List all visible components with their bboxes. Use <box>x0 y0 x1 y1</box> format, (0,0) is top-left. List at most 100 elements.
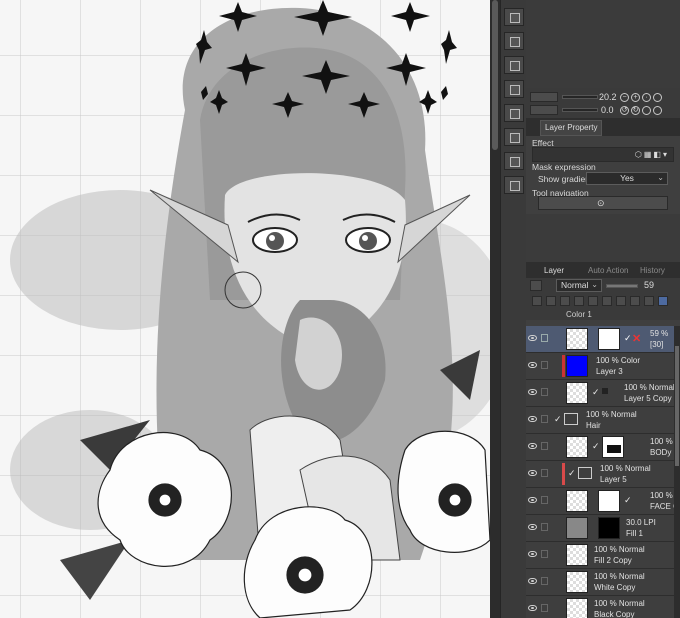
color-label <box>562 463 565 485</box>
eye-icon[interactable] <box>528 524 537 530</box>
layer-row[interactable]: 100 % Normal White Copy <box>526 569 674 596</box>
eye-icon[interactable] <box>528 416 537 422</box>
layer-list: ✓ ✕ 59 % [30] 100 % Color Layer 3 ✓ 100 … <box>526 320 680 618</box>
lock-icon[interactable] <box>541 523 548 531</box>
gear-icon[interactable] <box>653 106 662 115</box>
fill-icon[interactable] <box>504 152 524 170</box>
lock-icon[interactable] <box>541 361 548 369</box>
layer-row[interactable]: ✓ 100 % BODy <box>526 434 674 461</box>
close-icon[interactable]: ✕ <box>632 332 641 345</box>
opacity-value[interactable]: 0.0 <box>601 105 614 115</box>
tab-auto-action[interactable]: Auto Action <box>584 264 632 278</box>
layer-name: Fill 1 <box>626 529 643 538</box>
eye-icon[interactable] <box>528 362 537 368</box>
clear-icon[interactable] <box>504 80 524 98</box>
check-icon: ✓ <box>592 441 600 451</box>
new-raster-layer-icon[interactable] <box>532 296 542 306</box>
mask-thumbnail <box>598 517 620 539</box>
mask-icon <box>602 388 608 394</box>
lock-icon[interactable] <box>541 577 548 585</box>
transform-icon[interactable] <box>504 104 524 122</box>
lock-icon[interactable] <box>541 496 548 504</box>
eye-icon[interactable] <box>528 335 537 341</box>
layer-row[interactable]: ✓ 100 % Normal Layer 5 Copy <box>526 380 675 407</box>
new-vector-layer-icon[interactable] <box>546 296 556 306</box>
select-icon[interactable] <box>504 128 524 146</box>
layer-opacity-slider[interactable] <box>606 284 638 288</box>
lock-icon[interactable] <box>541 604 548 612</box>
chevron-down-icon: ⌄ <box>591 280 598 289</box>
lock-icon[interactable] <box>644 296 654 306</box>
blend-mode-dropdown[interactable]: Normal ⌄ <box>556 279 602 292</box>
layer-thumbnail <box>566 598 588 618</box>
eye-icon[interactable] <box>528 578 537 584</box>
paste-icon[interactable] <box>504 56 524 74</box>
layer-row[interactable]: ✓ 100 % Normal Hair <box>526 407 674 434</box>
color-icon[interactable] <box>658 296 668 306</box>
eye-icon[interactable] <box>528 443 537 449</box>
tab-layer-property[interactable]: Layer Property <box>540 120 603 136</box>
tab-history[interactable]: History <box>636 264 669 278</box>
folder-icon[interactable] <box>560 296 570 306</box>
eye-icon[interactable] <box>528 470 537 476</box>
edit-icon[interactable] <box>541 334 548 342</box>
layer-name: Layer 3 <box>596 367 623 376</box>
new-layer-icon[interactable] <box>504 8 524 26</box>
layer-name: BODy <box>650 448 672 457</box>
lock-opacity-icon[interactable] <box>642 106 651 115</box>
camera-icon[interactable] <box>504 176 524 194</box>
eye-icon[interactable] <box>528 497 537 503</box>
increase-size-icon[interactable]: + <box>631 93 640 102</box>
layer-row[interactable]: 100 % Normal Black Copy <box>526 596 674 618</box>
check-icon: ✓ <box>592 387 600 397</box>
copy-layer-icon[interactable] <box>630 296 640 306</box>
vector-icon <box>578 467 592 479</box>
layer-type-icon[interactable] <box>530 280 542 291</box>
show-gradients-value: Yes <box>620 173 634 183</box>
layer-mode: 100 % Normal <box>594 599 645 608</box>
show-gradients-dropdown[interactable]: Yes ⌄ <box>586 172 668 185</box>
lock-icon[interactable] <box>541 469 548 477</box>
redo-icon[interactable]: ↻ <box>631 106 640 115</box>
lock-icon[interactable] <box>541 388 548 396</box>
lock-icon[interactable] <box>541 550 548 558</box>
tool-navigation-button[interactable]: ⊙ <box>538 196 668 210</box>
reset-size-icon[interactable]: · <box>642 93 651 102</box>
copy-icon[interactable] <box>504 32 524 50</box>
record-icon[interactable] <box>653 93 662 102</box>
layer-thumbnail <box>566 436 588 458</box>
layer-row[interactable]: 30.0 LPI Fill 1 <box>526 515 674 542</box>
reference-icon[interactable] <box>602 296 612 306</box>
eye-icon[interactable] <box>528 605 537 611</box>
brush-size-value[interactable]: 20.2 <box>599 92 617 102</box>
layer-row[interactable]: ✓ ✕ 59 % [30] <box>526 326 674 353</box>
clip-icon[interactable] <box>588 296 598 306</box>
layer-row[interactable]: 100 % Normal Fill 2 Copy <box>526 542 674 569</box>
layer-opacity-value[interactable]: 59 <box>644 280 654 290</box>
layer-row[interactable]: ✓ 100 % FACE C <box>526 488 679 515</box>
layer-scrollbar[interactable] <box>674 326 680 618</box>
layer-row[interactable]: ✓ 100 % Normal Layer 5 <box>526 461 674 488</box>
layer-tabs: Layer Auto Action History <box>526 262 680 278</box>
merge-icon[interactable] <box>616 296 626 306</box>
canvas-scrollbar[interactable] <box>490 0 500 618</box>
layer-row[interactable]: 100 % Color Layer 3 <box>526 353 674 380</box>
eye-icon[interactable] <box>528 551 537 557</box>
mask-expression-label: Mask expression <box>532 162 596 172</box>
brush-controls: 20.2 − + · 0.0 ↺ ↻ <box>526 88 680 118</box>
layer-name: Layer 5 <box>600 475 627 484</box>
mask-icon[interactable] <box>574 296 584 306</box>
layer-thumbnail <box>566 517 588 539</box>
tab-layer[interactable]: Layer <box>540 264 568 278</box>
lock-icon[interactable] <box>541 442 548 450</box>
brush-size-slider[interactable] <box>562 95 598 99</box>
drawing-canvas[interactable] <box>0 0 490 618</box>
chevron-down-icon: ⌄ <box>657 173 664 182</box>
undo-icon[interactable]: ↺ <box>620 106 629 115</box>
eye-icon[interactable] <box>528 389 537 395</box>
decrease-size-icon[interactable]: − <box>620 93 629 102</box>
effect-row: ⬡▦◧▾ <box>532 147 674 162</box>
effect-icons[interactable]: ⬡▦◧▾ <box>635 150 669 159</box>
opacity-slider[interactable] <box>562 108 598 112</box>
lock-icon[interactable] <box>541 415 548 423</box>
